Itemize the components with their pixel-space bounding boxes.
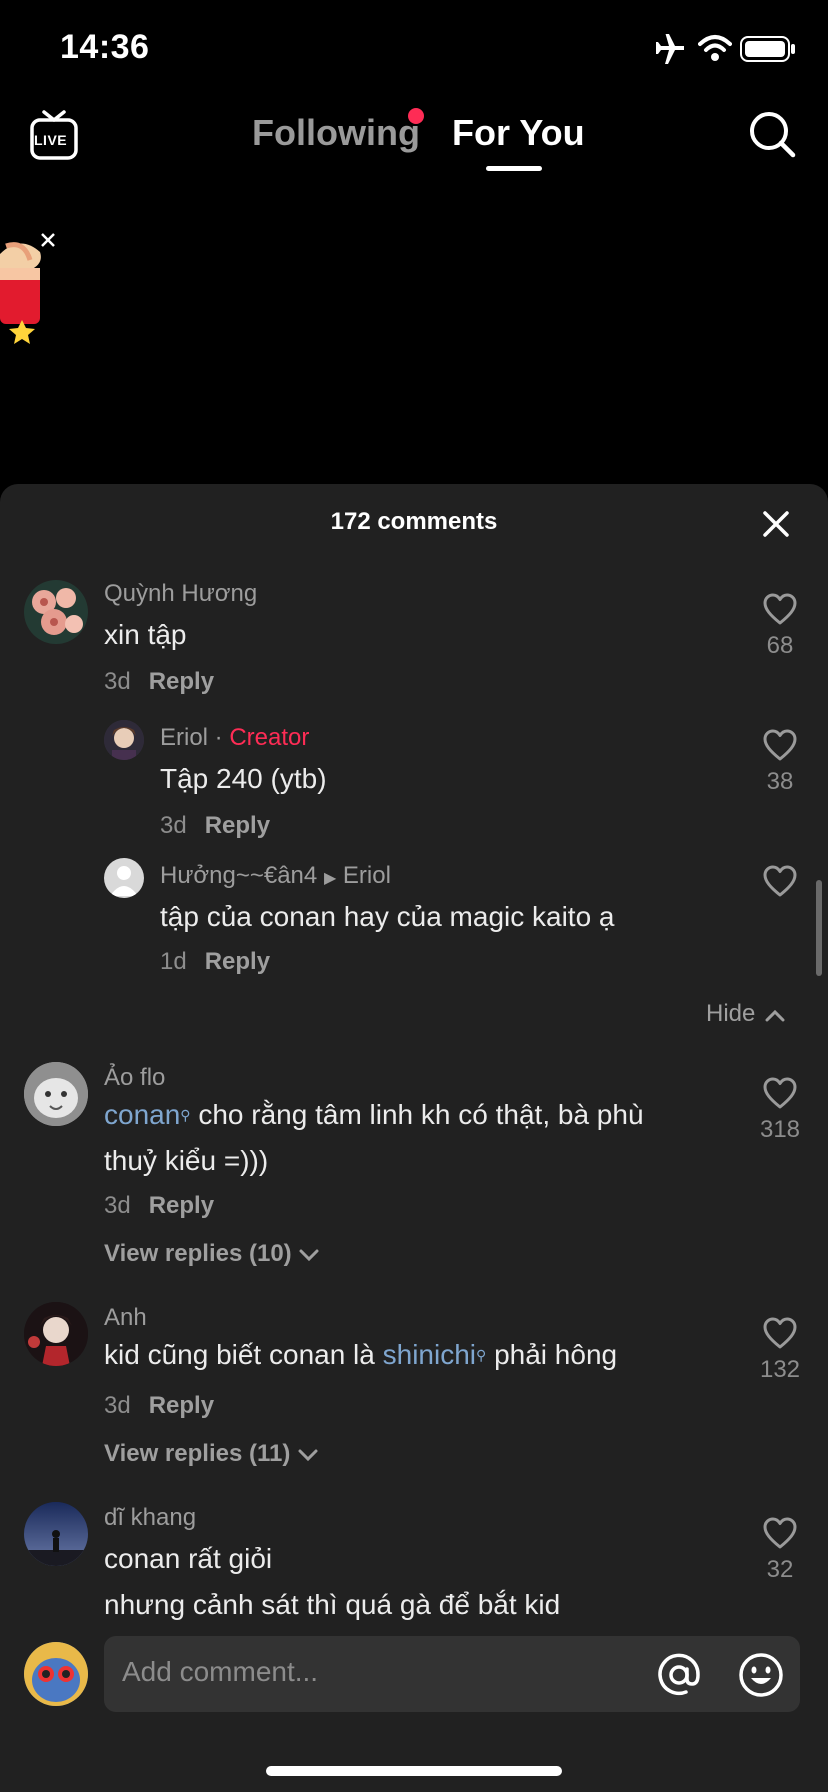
heart-icon[interactable]: [762, 728, 798, 762]
comment-time: 3d: [104, 1192, 131, 1219]
comment-time: 3d: [160, 812, 187, 839]
active-tab-indicator: [486, 166, 542, 171]
search-mini-icon: ⚲: [180, 1107, 191, 1123]
comment-meta: 3d Reply: [160, 812, 270, 840]
close-icon[interactable]: [762, 510, 790, 538]
reply-to-username[interactable]: Eriol: [343, 862, 391, 889]
comment-text: conan rất giỏi nhưng cảnh sát thì quá gà…: [104, 1536, 560, 1628]
view-replies-label: View replies (10): [104, 1240, 292, 1267]
character-avatar-image: [24, 1302, 88, 1366]
heart-icon[interactable]: [762, 1316, 798, 1350]
like-count: 132: [759, 1356, 801, 1383]
search-icon[interactable]: [748, 110, 796, 158]
hide-label: Hide: [706, 1000, 756, 1027]
comment-time: 1d: [160, 948, 187, 975]
chevron-up-icon: [765, 1009, 785, 1022]
reply-button[interactable]: Reply: [149, 1192, 214, 1219]
heart-icon[interactable]: [762, 864, 798, 898]
comment-text-line: kid cũng biết conan là: [104, 1339, 383, 1370]
view-replies-button[interactable]: View replies (10): [104, 1240, 320, 1268]
comment-meta: 1d Reply: [160, 948, 270, 976]
comment-meta: 3d Reply: [104, 668, 214, 696]
comment-meta: 3d Reply: [104, 1192, 214, 1220]
default-avatar-icon: [110, 866, 138, 896]
comments-count-title: 172 comments: [330, 508, 498, 535]
comment-username: Eriol · Creator: [160, 724, 310, 751]
status-time: 14:36: [60, 28, 150, 66]
comment-text-line: thuỷ kiểu =))): [104, 1145, 269, 1176]
heart-icon[interactable]: [762, 1076, 798, 1110]
comment-text-line: cho rằng tâm linh kh có thật, bà phù: [190, 1099, 644, 1130]
username[interactable]: Hưởng~~€ân4: [160, 862, 317, 889]
comment-time: 3d: [104, 668, 131, 695]
scrollbar[interactable]: [816, 880, 822, 976]
live-label: LIVE: [34, 132, 68, 148]
reply-button[interactable]: Reply: [149, 1392, 214, 1419]
comment-text: tập của conan hay của magic kaito ạ: [160, 901, 615, 932]
flowers-avatar-image: [32, 588, 83, 635]
comment-text: conan⚲ cho rằng tâm linh kh có thật, bà …: [104, 1092, 704, 1184]
anime-avatar-image: [104, 720, 144, 760]
comment-username[interactable]: dĩ khang: [104, 1504, 196, 1532]
view-replies-button[interactable]: View replies (11): [104, 1440, 319, 1468]
chevron-down-icon: [299, 1249, 319, 1261]
comment-text-line: phải hông: [486, 1339, 618, 1370]
comment-username[interactable]: Quỳnh Hương: [104, 580, 257, 608]
comment-text: Tập 240 (ytb): [160, 763, 327, 794]
reply-button[interactable]: Reply: [205, 948, 270, 975]
notification-dot: [408, 108, 424, 124]
comment-text: kid cũng biết conan là shinichi⚲ phải hô…: [104, 1332, 724, 1378]
comment-text: xin tập: [104, 619, 187, 650]
wifi-icon: [698, 35, 732, 61]
comment-username[interactable]: Ảo flo: [104, 1064, 165, 1092]
input-placeholder: Add comment...: [122, 1656, 319, 1687]
add-comment-input[interactable]: Add comment...: [104, 1636, 800, 1712]
hide-replies-button[interactable]: Hide: [706, 1000, 786, 1028]
animal-avatar-image: [24, 1062, 88, 1126]
creator-badge: Creator: [229, 724, 310, 751]
stitch-avatar-image: [24, 1642, 88, 1706]
user-avatar[interactable]: [24, 1642, 88, 1706]
comment-meta: 3d Reply: [104, 1392, 214, 1420]
mention-at-icon[interactable]: [656, 1652, 702, 1698]
avatar[interactable]: [24, 1502, 88, 1566]
home-indicator[interactable]: [266, 1766, 562, 1776]
comments-sheet: 172 comments Quỳnh Hương xin tập 3d Reply…: [0, 484, 828, 1792]
like-count: 38: [766, 768, 794, 795]
avatar[interactable]: [24, 580, 88, 644]
username[interactable]: Eriol: [160, 724, 208, 751]
reply-button[interactable]: Reply: [149, 668, 214, 695]
tab-for-you[interactable]: For You: [452, 112, 585, 154]
comment-text-line: nhưng cảnh sát thì quá gà để bắt kid: [104, 1589, 561, 1620]
mention-link[interactable]: shinichi: [383, 1339, 476, 1370]
reply-arrow-icon: ▶: [323, 870, 337, 887]
like-count: 32: [766, 1556, 794, 1583]
comment-time: 3d: [104, 1392, 131, 1419]
comment-username[interactable]: Anh: [104, 1304, 147, 1332]
avatar[interactable]: [24, 1302, 88, 1366]
heart-icon[interactable]: [762, 1516, 798, 1550]
like-count: 68: [766, 632, 794, 659]
airplane-mode-icon: [656, 34, 684, 64]
silhouette-avatar-image: [24, 1502, 88, 1566]
like-count: 318: [759, 1116, 801, 1143]
battery-icon: [740, 36, 795, 62]
avatar[interactable]: [24, 1062, 88, 1126]
heart-icon[interactable]: [762, 592, 798, 626]
emoji-icon[interactable]: [738, 1652, 784, 1698]
search-mini-icon: ⚲: [476, 1347, 487, 1363]
live-button[interactable]: LIVE: [30, 110, 78, 160]
comment-username: Hưởng~~€ân4 ▶ Eriol: [160, 862, 391, 890]
avatar[interactable]: [104, 720, 144, 760]
chevron-down-icon: [298, 1449, 318, 1461]
avatar[interactable]: [104, 858, 144, 898]
comment-text-line: conan rất giỏi: [104, 1543, 273, 1574]
mention-link[interactable]: conan: [104, 1099, 180, 1130]
view-replies-label: View replies (11): [104, 1440, 291, 1467]
close-gift-icon[interactable]: [40, 232, 56, 248]
reply-button[interactable]: Reply: [205, 812, 270, 839]
tab-following[interactable]: Following: [252, 112, 420, 154]
